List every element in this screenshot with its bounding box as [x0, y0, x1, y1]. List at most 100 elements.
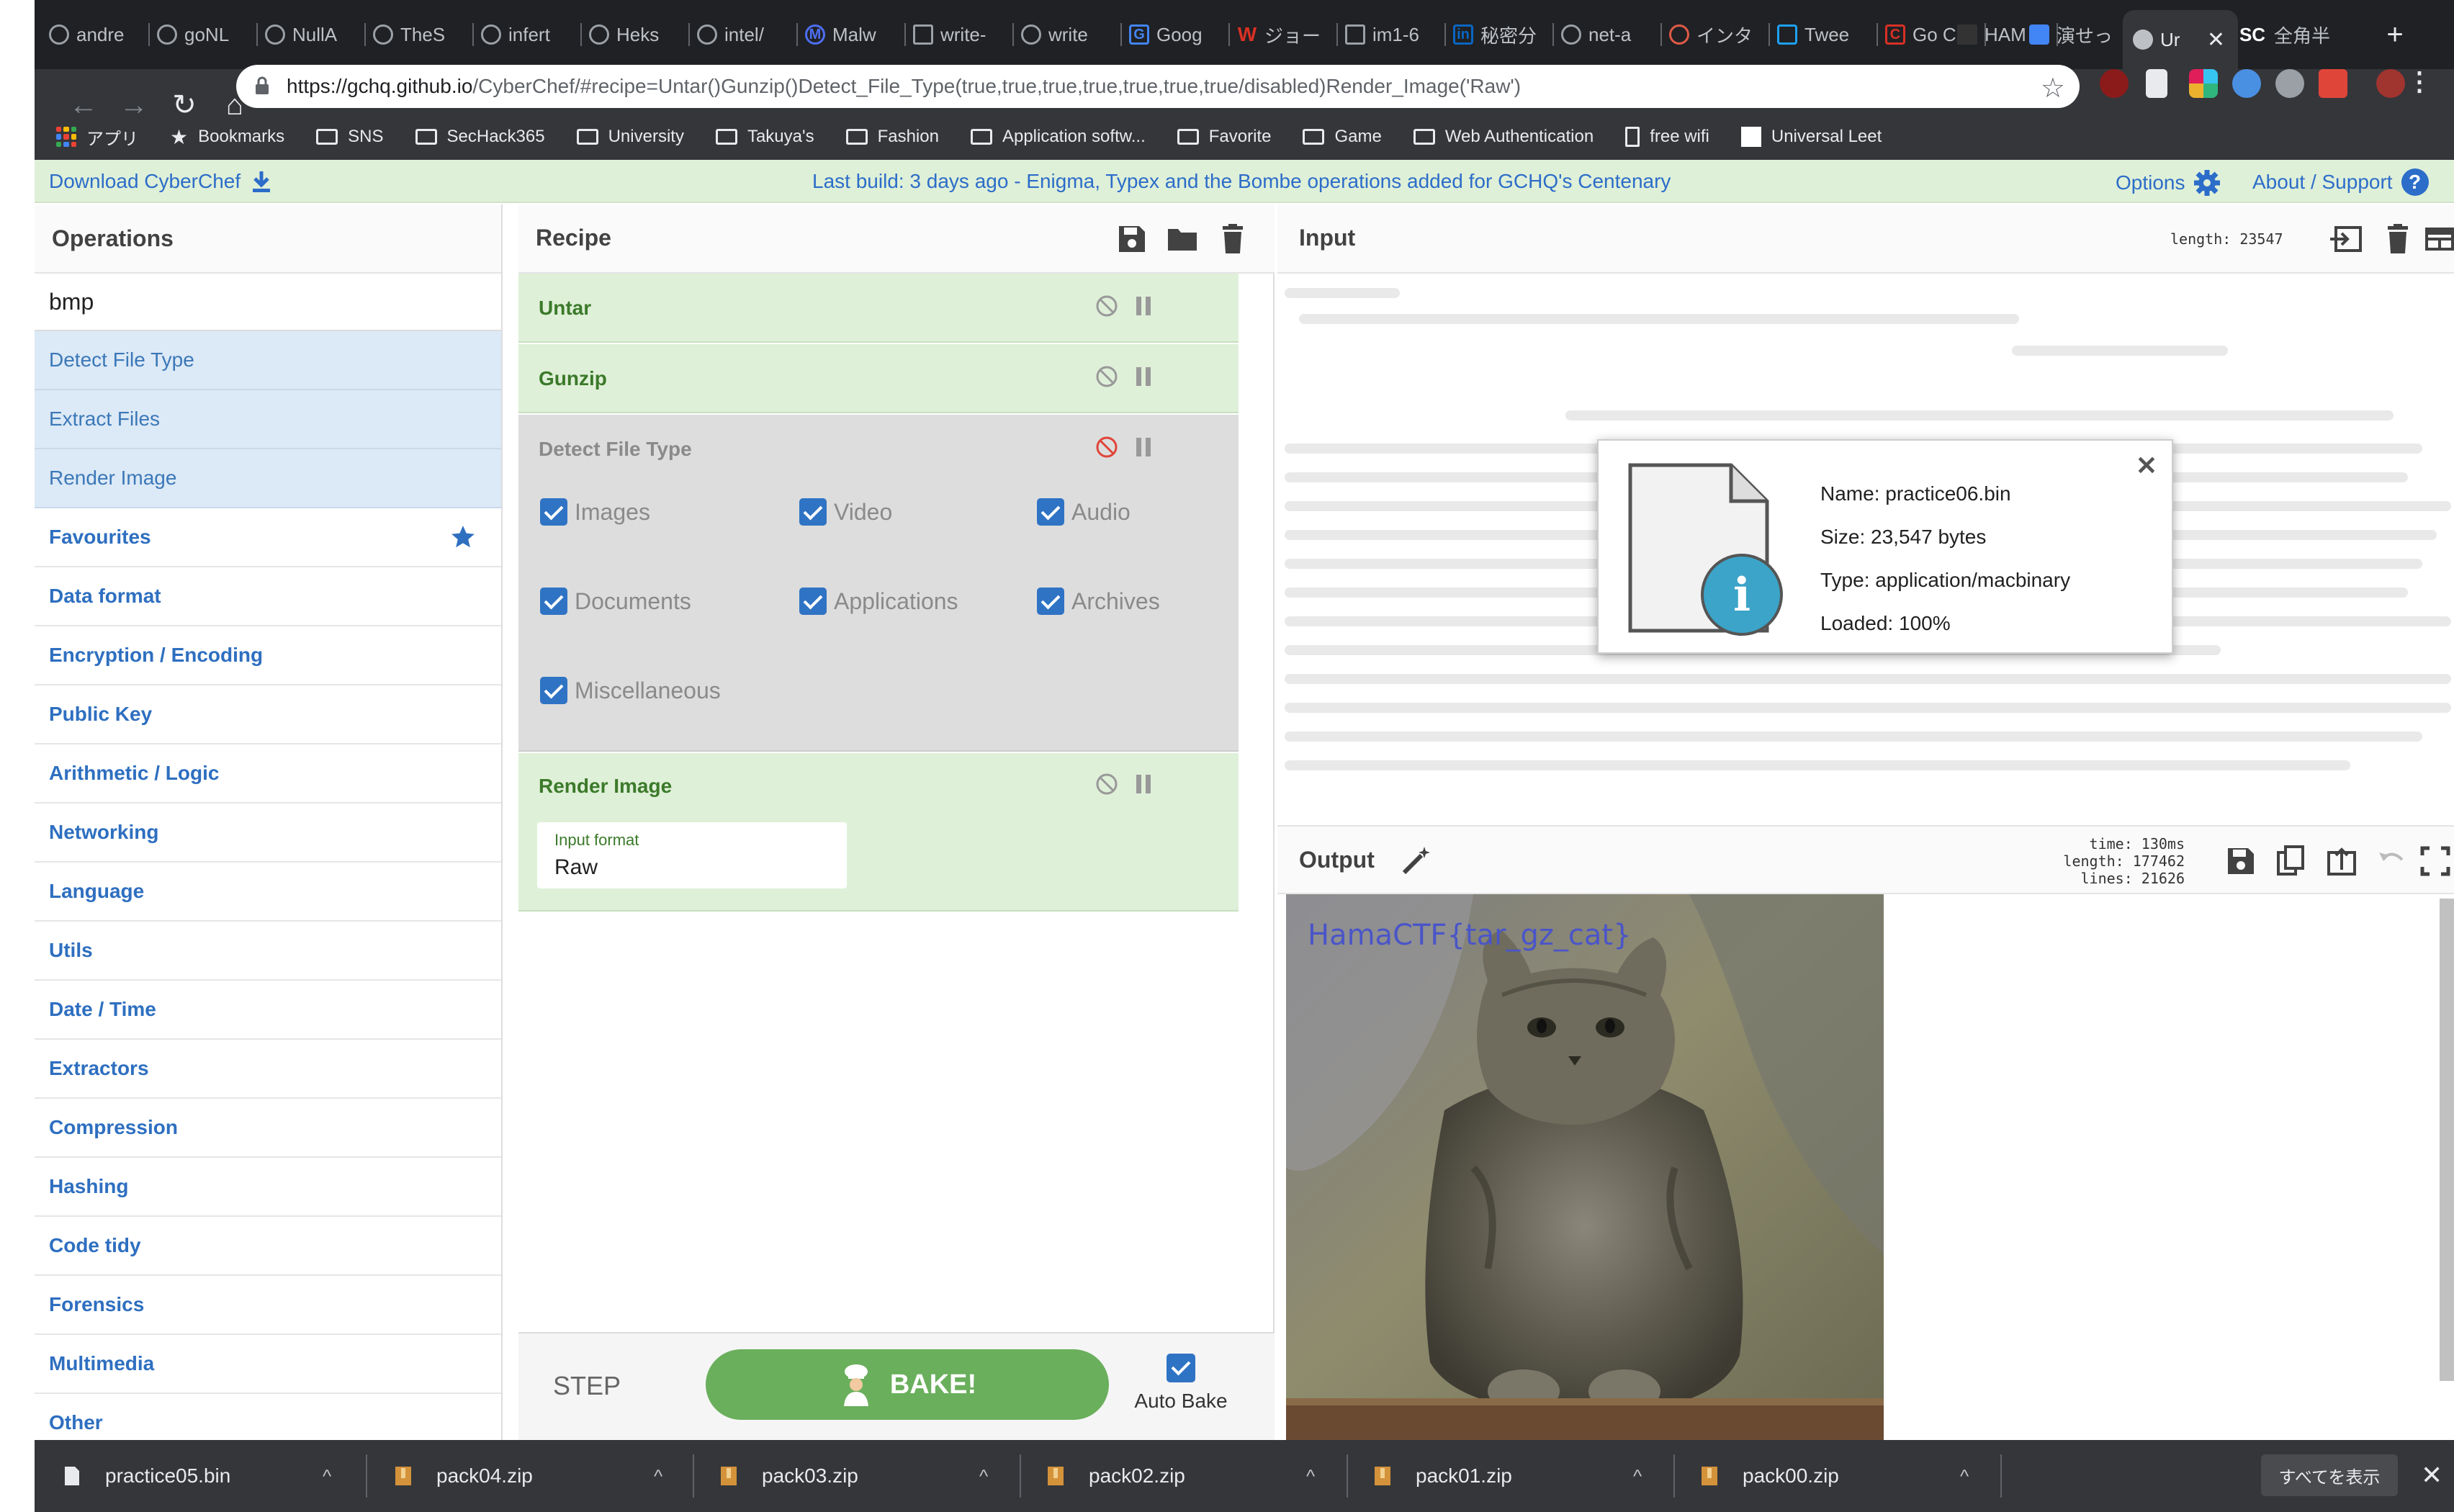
- category[interactable]: Networking: [35, 804, 501, 863]
- search-result[interactable]: Render Image: [35, 449, 501, 508]
- browser-tab[interactable]: Twee: [1777, 14, 1878, 55]
- slack-icon[interactable]: [2189, 69, 2218, 98]
- magic-wand-icon[interactable]: [1400, 845, 1432, 877]
- checkbox-documents[interactable]: Documents: [540, 588, 691, 615]
- browser-tab[interactable]: G Goog: [1129, 14, 1230, 55]
- options-button[interactable]: Options: [2116, 168, 2221, 197]
- build-notice[interactable]: Last build: 3 days ago - Enigma, Typex a…: [812, 170, 1671, 193]
- disable-op-icon[interactable]: [1095, 364, 1119, 389]
- browser-tab[interactable]: SC 全角半: [2238, 14, 2368, 55]
- clear-recipe-icon[interactable]: [1217, 223, 1249, 255]
- bookmark-folder[interactable]: Web Authentication: [1413, 127, 1594, 147]
- search-result[interactable]: Extract Files: [35, 390, 501, 449]
- add-input-icon[interactable]: [2329, 223, 2363, 255]
- breakpoint-icon[interactable]: [1136, 297, 1151, 315]
- bake-button[interactable]: BAKE!: [706, 1349, 1109, 1420]
- new-tab-icon[interactable]: +: [2375, 14, 2415, 55]
- recipe-op-untar[interactable]: Untar: [518, 274, 1239, 343]
- browser-tab[interactable]: インタ: [1669, 14, 1770, 55]
- address-bar[interactable]: https://gchq.github.io/CyberChef/#recipe…: [236, 65, 2080, 108]
- browser-tab[interactable]: W ジョー: [1237, 14, 1338, 55]
- checkbox-images[interactable]: Images: [540, 498, 650, 526]
- breakpoint-icon[interactable]: [1136, 367, 1151, 386]
- category[interactable]: Compression: [35, 1099, 501, 1158]
- bookmark-folder[interactable]: Fashion: [845, 127, 939, 147]
- browser-tab[interactable]: infert: [481, 14, 582, 55]
- close-popup-icon[interactable]: ✕: [2136, 451, 2157, 481]
- category[interactable]: Multimedia: [35, 1335, 501, 1394]
- download-item[interactable]: pack03.zip ^: [720, 1454, 988, 1498]
- browser-tab[interactable]: NullA: [265, 14, 366, 55]
- extension-icon[interactable]: [2146, 69, 2167, 98]
- category[interactable]: Extractors: [35, 1040, 501, 1099]
- category[interactable]: Public Key: [35, 685, 501, 744]
- recipe-op-gunzip[interactable]: Gunzip: [518, 344, 1239, 413]
- download-item[interactable]: pack02.zip ^: [1047, 1454, 1315, 1498]
- recipe-op-render-image[interactable]: Render Image Input format Raw: [518, 753, 1239, 912]
- bookmark-folder[interactable]: SecHack365: [415, 127, 545, 147]
- replace-input-icon[interactable]: [2326, 845, 2358, 877]
- input-format-select[interactable]: Input format Raw: [537, 822, 847, 888]
- clear-input-icon[interactable]: [2382, 223, 2414, 255]
- extension-icon[interactable]: [2232, 69, 2261, 98]
- browser-tab[interactable]: andre: [49, 14, 150, 55]
- chevron-up-icon[interactable]: ^: [1306, 1465, 1315, 1488]
- chevron-up-icon[interactable]: ^: [323, 1465, 331, 1488]
- profile-avatar[interactable]: [2376, 69, 2405, 98]
- download-item[interactable]: pack00.zip ^: [1701, 1454, 1969, 1498]
- close-tab-icon[interactable]: ✕: [2207, 27, 2225, 53]
- chevron-up-icon[interactable]: ^: [979, 1465, 988, 1488]
- category[interactable]: Utils: [35, 922, 501, 981]
- checkbox-archives[interactable]: Archives: [1037, 588, 1160, 615]
- disable-op-icon[interactable]: [1095, 294, 1119, 318]
- search-result[interactable]: Detect File Type: [35, 331, 501, 390]
- operations-search-input[interactable]: bmp: [35, 274, 501, 331]
- breakpoint-icon[interactable]: [1136, 438, 1151, 456]
- breakpoint-icon[interactable]: [1136, 775, 1151, 793]
- download-item[interactable]: pack01.zip ^: [1374, 1454, 1642, 1498]
- extension-icon[interactable]: [2319, 69, 2347, 98]
- bookmark-apps[interactable]: アプリ: [56, 125, 138, 150]
- load-recipe-icon[interactable]: [1167, 223, 1198, 255]
- step-button[interactable]: STEP: [553, 1371, 621, 1401]
- operations-scrollbar[interactable]: [501, 204, 503, 1378]
- bookmark-folder[interactable]: University: [576, 127, 684, 147]
- category[interactable]: Other: [35, 1394, 501, 1440]
- bookmark-bookmarks[interactable]: ★ Bookmarks: [170, 125, 284, 149]
- checkbox-audio[interactable]: Audio: [1037, 498, 1131, 526]
- browser-tab[interactable]: intel/: [697, 14, 798, 55]
- category[interactable]: Encryption / Encoding: [35, 626, 501, 685]
- browser-tab[interactable]: M Malw: [805, 14, 906, 55]
- recipe-op-detect-file-type[interactable]: Detect File Type Images Video Audio Docu…: [518, 415, 1239, 752]
- save-recipe-icon[interactable]: [1116, 223, 1148, 255]
- download-item[interactable]: practice05.bin ^: [63, 1454, 331, 1498]
- category[interactable]: Date / Time: [35, 981, 501, 1040]
- layout-icon[interactable]: [2424, 223, 2454, 255]
- category[interactable]: Arithmetic / Logic: [35, 744, 501, 804]
- download-cyberchef-link[interactable]: Download CyberChef: [49, 170, 272, 193]
- browser-tab[interactable]: in 秘密分: [1453, 14, 1554, 55]
- category[interactable]: Code tidy: [35, 1217, 501, 1276]
- about-support-button[interactable]: About / Support ?: [2252, 168, 2429, 196]
- download-item[interactable]: pack04.zip ^: [395, 1454, 662, 1498]
- extension-icon[interactable]: [2100, 69, 2129, 98]
- copy-output-icon[interactable]: [2275, 845, 2307, 877]
- browser-tab[interactable]: Heks: [589, 14, 690, 55]
- chevron-up-icon[interactable]: ^: [1633, 1465, 1642, 1488]
- save-output-icon[interactable]: [2225, 845, 2257, 877]
- category-favourites[interactable]: Favourites: [35, 508, 501, 567]
- browser-menu-icon[interactable]: ⋮: [2406, 66, 2432, 96]
- browser-tab[interactable]: TheS: [373, 14, 474, 55]
- disable-op-icon[interactable]: [1095, 435, 1119, 459]
- checkbox-applications[interactable]: Applications: [799, 588, 958, 615]
- bookmark-page[interactable]: Universal Leet: [1740, 127, 1882, 147]
- checkbox-miscellaneous[interactable]: Miscellaneous: [540, 677, 721, 704]
- category[interactable]: Data format: [35, 567, 501, 626]
- fullscreen-icon[interactable]: [2419, 845, 2451, 877]
- chevron-up-icon[interactable]: ^: [1960, 1465, 1969, 1488]
- undo-icon[interactable]: [2376, 845, 2408, 877]
- browser-tab[interactable]: 演せっ: [2029, 14, 2130, 55]
- chevron-up-icon[interactable]: ^: [654, 1465, 662, 1488]
- extension-icon[interactable]: [2275, 69, 2304, 98]
- browser-tab-active[interactable]: Ur ✕: [2123, 10, 2238, 69]
